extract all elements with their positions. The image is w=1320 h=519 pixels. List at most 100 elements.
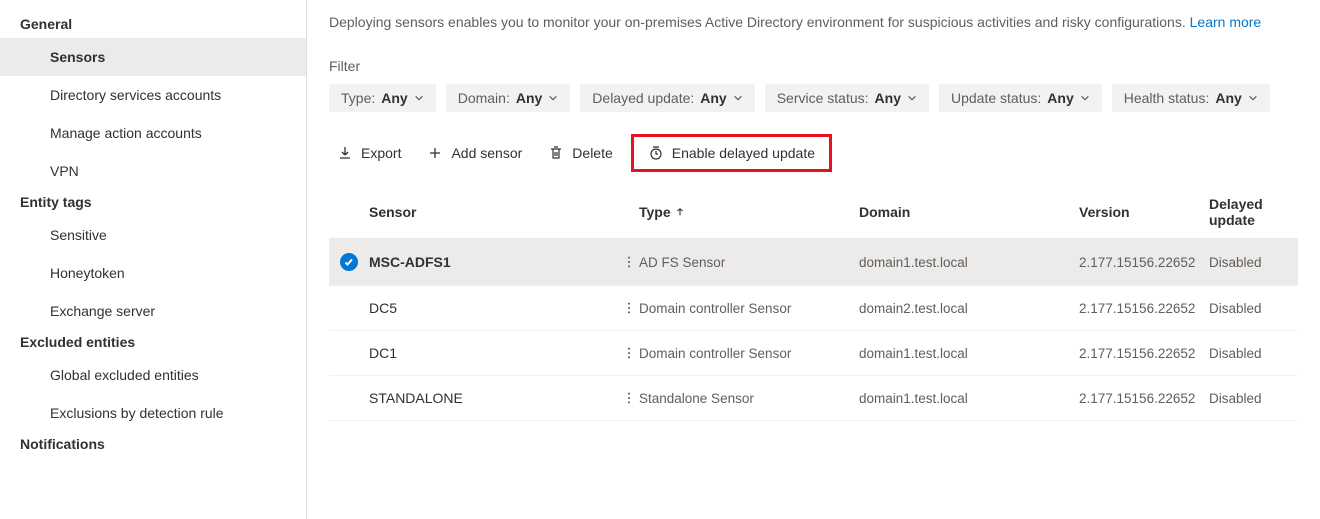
chevron-down-icon <box>907 93 917 103</box>
sensor-name: STANDALONE <box>369 390 619 406</box>
chevron-down-icon <box>1080 93 1090 103</box>
nav-vpn[interactable]: VPN <box>0 152 306 190</box>
filter-update-status-label: Update status: <box>951 90 1041 106</box>
plus-icon <box>427 145 443 161</box>
col-type-label: Type <box>639 204 671 220</box>
sensor-domain: domain1.test.local <box>859 346 1079 361</box>
nav-honeytoken[interactable]: Honeytoken <box>0 254 306 292</box>
table-header: Sensor Type Domain Version Delayed updat… <box>329 186 1298 239</box>
more-vertical-icon <box>622 391 636 405</box>
section-excluded-entities: Excluded entities <box>0 330 306 356</box>
toolbar: Export Add sensor Delete Enable delayed … <box>329 130 1298 186</box>
filter-type-value: Any <box>381 90 407 106</box>
sidebar: General Sensors Directory services accou… <box>0 0 307 519</box>
sensor-domain: domain2.test.local <box>859 301 1079 316</box>
sensor-domain: domain1.test.local <box>859 391 1079 406</box>
nav-directory-services[interactable]: Directory services accounts <box>0 76 306 114</box>
filter-label: Filter <box>329 58 1298 74</box>
sensor-delayed-update: Disabled <box>1209 346 1309 361</box>
add-sensor-button[interactable]: Add sensor <box>419 139 530 167</box>
filter-health-status-value: Any <box>1215 90 1241 106</box>
clock-icon <box>648 145 664 161</box>
table-row[interactable]: DC5 Domain controller Sensordomain2.test.… <box>329 286 1298 331</box>
filter-update-status[interactable]: Update status: Any <box>939 84 1102 112</box>
nav-global-excluded[interactable]: Global excluded entities <box>0 356 306 394</box>
row-more-button[interactable] <box>619 391 639 405</box>
table-row[interactable]: DC1 Domain controller Sensordomain1.test.… <box>329 331 1298 376</box>
filter-health-status-label: Health status: <box>1124 90 1210 106</box>
col-version[interactable]: Version <box>1079 204 1209 220</box>
filter-delayed-update-value: Any <box>700 90 726 106</box>
checkmark-icon <box>340 253 358 271</box>
chevron-down-icon <box>733 93 743 103</box>
filter-domain-label: Domain: <box>458 90 510 106</box>
filter-service-status-label: Service status: <box>777 90 869 106</box>
sensor-name: MSC-ADFS1 <box>369 254 619 270</box>
filters-bar: Type: Any Domain: Any Delayed update: An… <box>329 84 1298 112</box>
more-vertical-icon <box>622 301 636 315</box>
sensor-name: DC1 <box>369 345 619 361</box>
sensor-type: Domain controller Sensor <box>639 301 859 316</box>
sensor-version: 2.177.15156.22652 <box>1079 255 1209 270</box>
col-sensor[interactable]: Sensor <box>369 204 619 220</box>
sensor-type: AD FS Sensor <box>639 255 859 270</box>
learn-more-link[interactable]: Learn more <box>1190 14 1262 30</box>
sensor-delayed-update: Disabled <box>1209 301 1309 316</box>
export-label: Export <box>361 145 401 161</box>
export-button[interactable]: Export <box>329 139 409 167</box>
filter-domain-value: Any <box>516 90 542 106</box>
page-description: Deploying sensors enables you to monitor… <box>329 14 1298 30</box>
filter-delayed-update[interactable]: Delayed update: Any <box>580 84 754 112</box>
arrow-up-icon <box>675 207 685 217</box>
nav-sensors[interactable]: Sensors <box>0 38 306 76</box>
sensor-version: 2.177.15156.22652 <box>1079 346 1209 361</box>
row-more-button[interactable] <box>619 346 639 360</box>
filter-type-label: Type: <box>341 90 375 106</box>
delete-button[interactable]: Delete <box>540 139 620 167</box>
filter-delayed-update-label: Delayed update: <box>592 90 694 106</box>
enable-delayed-update-label: Enable delayed update <box>672 145 815 161</box>
highlight-box: Enable delayed update <box>631 134 832 172</box>
filter-service-status-value: Any <box>875 90 901 106</box>
nav-manage-action-accounts[interactable]: Manage action accounts <box>0 114 306 152</box>
nav-exchange-server[interactable]: Exchange server <box>0 292 306 330</box>
col-domain[interactable]: Domain <box>859 204 1079 220</box>
delete-label: Delete <box>572 145 612 161</box>
filter-health-status[interactable]: Health status: Any <box>1112 84 1270 112</box>
sensors-table: Sensor Type Domain Version Delayed updat… <box>329 186 1298 421</box>
sensor-name: DC5 <box>369 300 619 316</box>
section-general: General <box>0 12 306 38</box>
section-notifications: Notifications <box>0 432 306 458</box>
filter-domain[interactable]: Domain: Any <box>446 84 571 112</box>
sensor-type: Domain controller Sensor <box>639 346 859 361</box>
table-row[interactable]: STANDALONE Standalone Sensordomain1.test.… <box>329 376 1298 421</box>
chevron-down-icon <box>414 93 424 103</box>
sensor-version: 2.177.15156.22652 <box>1079 391 1209 406</box>
row-more-button[interactable] <box>619 301 639 315</box>
sensor-delayed-update: Disabled <box>1209 255 1309 270</box>
filter-update-status-value: Any <box>1047 90 1073 106</box>
nav-sensitive[interactable]: Sensitive <box>0 216 306 254</box>
trash-icon <box>548 145 564 161</box>
section-entity-tags: Entity tags <box>0 190 306 216</box>
sensor-domain: domain1.test.local <box>859 255 1079 270</box>
download-icon <box>337 145 353 161</box>
more-vertical-icon <box>622 255 636 269</box>
col-delayed[interactable]: Delayed update <box>1209 196 1309 228</box>
row-more-button[interactable] <box>619 255 639 269</box>
filter-service-status[interactable]: Service status: Any <box>765 84 929 112</box>
add-sensor-label: Add sensor <box>451 145 522 161</box>
more-vertical-icon <box>622 346 636 360</box>
sensor-delayed-update: Disabled <box>1209 391 1309 406</box>
table-row[interactable]: MSC-ADFS1 AD FS Sensordomain1.test.local2… <box>329 239 1298 286</box>
row-selector[interactable] <box>329 253 369 271</box>
filter-type[interactable]: Type: Any <box>329 84 436 112</box>
sensor-version: 2.177.15156.22652 <box>1079 301 1209 316</box>
description-text: Deploying sensors enables you to monitor… <box>329 14 1186 30</box>
main-content: Deploying sensors enables you to monitor… <box>307 0 1320 519</box>
sensor-type: Standalone Sensor <box>639 391 859 406</box>
nav-exclusions-by-detection[interactable]: Exclusions by detection rule <box>0 394 306 432</box>
enable-delayed-update-button[interactable]: Enable delayed update <box>640 139 823 167</box>
col-type[interactable]: Type <box>639 204 859 220</box>
chevron-down-icon <box>548 93 558 103</box>
